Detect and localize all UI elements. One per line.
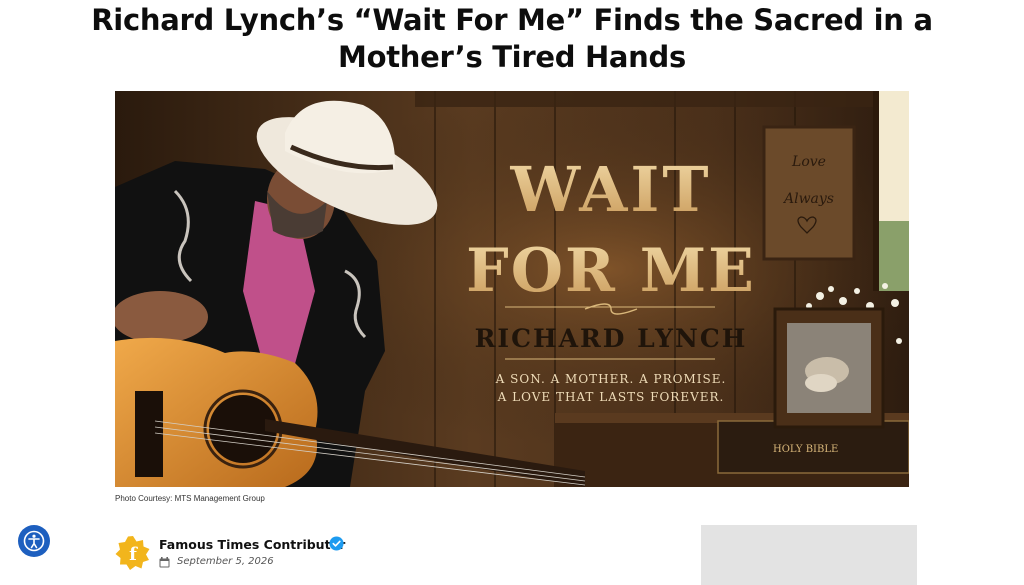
calendar-icon	[159, 557, 170, 568]
photo-caption: Photo Courtesy: MTS Management Group	[115, 494, 265, 503]
sidebar-ad-placeholder	[701, 525, 917, 585]
svg-text:f: f	[129, 544, 138, 565]
author-name-link[interactable]: Famous Times Contributor	[159, 537, 345, 552]
publish-date: September 5, 2026	[177, 556, 274, 567]
hero-artist-name: RICHARD LYNCH	[475, 324, 748, 353]
sign-love-text: Love	[791, 154, 826, 170]
article-headline: Richard Lynch’s “Wait For Me” Finds the …	[91, 3, 933, 74]
hero-image: Love Always HOLY BIBLE WAIT FOR ME RICHA…	[115, 91, 909, 487]
hero-title-line1: WAIT	[510, 153, 712, 226]
famous-times-logo-icon[interactable]: f	[115, 535, 151, 571]
hero-title-line2: FOR ME	[466, 236, 756, 306]
bible-label: HOLY BIBLE	[773, 444, 838, 455]
accessibility-button[interactable]	[18, 525, 50, 557]
hero-tagline-line1: A SON. A MOTHER. A PROMISE.	[495, 372, 727, 386]
sign-always-text: Always	[782, 191, 834, 207]
hero-tagline-line2: A LOVE THAT LASTS FOREVER.	[497, 390, 725, 404]
accessibility-icon	[23, 530, 45, 552]
verified-badge-icon	[329, 536, 344, 551]
